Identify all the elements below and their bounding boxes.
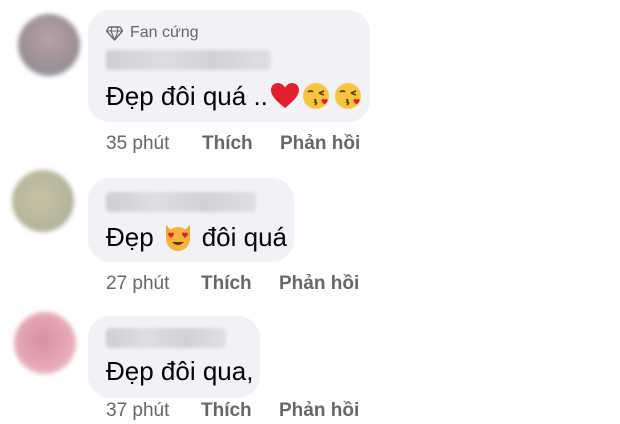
top-fan-badge: Fan cứng <box>106 24 199 42</box>
like-button[interactable]: Thích <box>202 133 253 155</box>
diamond-icon <box>106 25 123 41</box>
comment-bubble: Fan cứng Đẹp đôi quá .. <box>88 10 370 122</box>
avatar[interactable] <box>18 14 80 76</box>
timestamp[interactable]: 27 phút <box>106 273 169 295</box>
comment-actions: 27 phút Thích Phản hồi <box>106 273 406 297</box>
commenter-name[interactable] <box>106 192 256 212</box>
comment-actions: 35 phút Thích Phản hồi <box>106 133 406 157</box>
like-button[interactable]: Thích <box>201 273 252 295</box>
comment-actions: 37 phút Thích Phản hồi <box>106 400 406 424</box>
reply-button[interactable]: Phản hồi <box>280 133 360 155</box>
kissing-face-icon <box>302 83 329 109</box>
comment-text: Đẹp đôi quá <box>106 222 288 252</box>
comment-bubble: Đẹp đôi quá <box>88 178 294 262</box>
badge-label: Fan cứng <box>130 24 199 41</box>
comment-bubble: Đẹp đôi qua, <box>88 316 260 398</box>
avatar[interactable] <box>14 312 76 374</box>
kissing-face-icon <box>334 83 361 109</box>
comment-text: Đẹp đôi quá .. <box>106 81 363 111</box>
commenter-name[interactable] <box>106 328 226 348</box>
commenter-name[interactable] <box>106 50 271 70</box>
reply-button[interactable]: Phản hồi <box>279 273 359 295</box>
heart-eyes-cat-icon <box>165 225 190 251</box>
red-heart-icon <box>270 83 299 108</box>
timestamp[interactable]: 35 phút <box>106 133 169 155</box>
avatar[interactable] <box>12 170 74 232</box>
comment-text: Đẹp đôi qua, <box>106 356 254 386</box>
